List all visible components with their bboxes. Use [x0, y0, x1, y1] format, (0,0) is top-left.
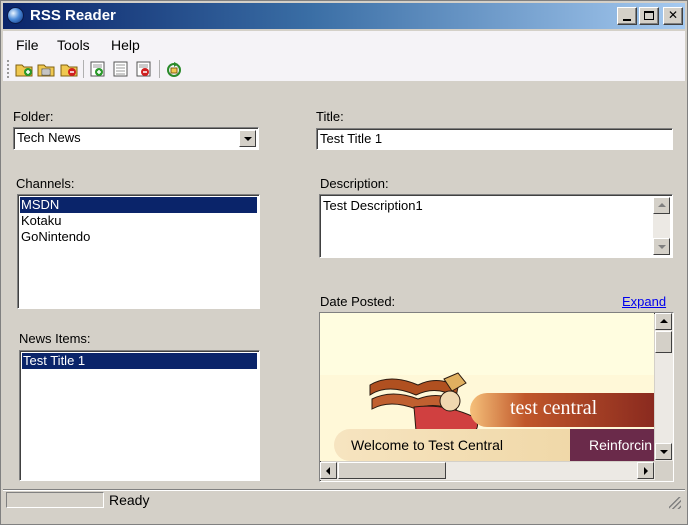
status-bar: Ready: [3, 489, 685, 523]
arrow-up-icon: [658, 203, 666, 207]
reinforcing-text: Reinforcin: [589, 437, 653, 453]
title-label: Title:: [316, 109, 344, 124]
folder-value: Tech News: [17, 130, 81, 145]
close-icon: ✕: [667, 8, 679, 22]
scroll-down-button[interactable]: [653, 238, 670, 255]
channels-list[interactable]: MSDN Kotaku GoNintendo: [17, 194, 260, 309]
edit-channel-button[interactable]: [112, 60, 130, 78]
news-items-label: News Items:: [19, 331, 91, 346]
delete-folder-button[interactable]: [60, 60, 78, 78]
description-value: Test Description1: [323, 198, 423, 213]
edit-folder-button[interactable]: [37, 60, 55, 78]
title-field[interactable]: Test Title 1: [316, 128, 673, 150]
title-value: Test Title 1: [320, 131, 383, 146]
edit-channel-icon: [113, 61, 128, 77]
channel-item-gonintendo[interactable]: GoNintendo: [20, 229, 257, 245]
scroll-left-button[interactable]: [320, 462, 337, 479]
toolbar: [3, 57, 685, 81]
scroll-up-button[interactable]: [653, 197, 670, 214]
toolbar-separator: [159, 60, 160, 78]
window-title: RSS Reader: [30, 7, 116, 24]
add-channel-button[interactable]: [89, 60, 107, 78]
menu-bar: File Tools Help: [3, 31, 685, 57]
news-item[interactable]: Test Title 1: [22, 353, 257, 369]
add-channel-icon: [90, 61, 105, 77]
date-posted-label: Date Posted:: [320, 294, 396, 309]
delete-channel-icon: [136, 61, 151, 77]
welcome-text: Welcome to Test Central: [351, 437, 503, 453]
web-vertical-scrollbar[interactable]: [655, 313, 673, 461]
arrow-down-icon: [658, 245, 666, 249]
refresh-button[interactable]: [165, 60, 183, 78]
maximize-button[interactable]: [639, 7, 659, 25]
title-bar[interactable]: RSS Reader ✕: [3, 3, 685, 29]
scroll-up-button[interactable]: [655, 313, 672, 330]
resize-grip-icon[interactable]: [669, 497, 681, 509]
description-textbox[interactable]: Test Description1: [319, 194, 673, 258]
folder-dropdown-button[interactable]: [239, 130, 256, 147]
folder-label: Folder:: [13, 109, 54, 124]
channels-label: Channels:: [16, 176, 75, 191]
arrow-right-icon: [644, 467, 648, 475]
scroll-right-button[interactable]: [637, 462, 654, 479]
scroll-thumb[interactable]: [655, 331, 672, 353]
close-button[interactable]: ✕: [663, 7, 683, 25]
arrow-down-icon: [660, 450, 668, 454]
channel-item-msdn[interactable]: MSDN: [20, 197, 257, 213]
edit-folder-icon: [37, 64, 55, 77]
web-horizontal-scrollbar[interactable]: [320, 462, 655, 480]
delete-channel-button[interactable]: [135, 60, 153, 78]
toolbar-grip[interactable]: [7, 60, 10, 78]
arrow-left-icon: [326, 467, 330, 475]
status-divider: [3, 489, 685, 490]
description-scrollbar[interactable]: [653, 197, 670, 255]
description-label: Description:: [320, 176, 389, 191]
scroll-thumb[interactable]: [338, 462, 446, 479]
site-logo-text: test central: [510, 397, 598, 419]
delete-folder-icon: [60, 64, 78, 77]
add-folder-button[interactable]: [15, 60, 33, 78]
globe-icon: [7, 7, 24, 24]
page-header-band: [320, 313, 654, 375]
expand-link[interactable]: Expand: [622, 294, 666, 309]
menu-tools[interactable]: Tools: [57, 37, 90, 53]
main-window: RSS Reader ✕ File Tools Help Folder: Tec…: [0, 0, 688, 525]
news-items-list[interactable]: Test Title 1: [19, 350, 260, 481]
status-text: Ready: [109, 492, 150, 508]
channel-item-kotaku[interactable]: Kotaku: [20, 213, 257, 229]
scroll-down-button[interactable]: [655, 443, 672, 460]
toolbar-separator: [83, 60, 84, 78]
menu-file[interactable]: File: [16, 37, 39, 53]
arrow-up-icon: [660, 319, 668, 323]
minimize-icon: [623, 19, 631, 21]
status-progress-bar: [6, 492, 104, 508]
folder-combobox[interactable]: Tech News: [13, 127, 259, 150]
minimize-button[interactable]: [617, 7, 637, 25]
maximize-icon: [644, 11, 654, 20]
add-folder-icon: [15, 64, 33, 77]
chevron-down-icon: [244, 137, 252, 141]
web-page-content[interactable]: test central Welcome to Test Central Rei…: [320, 313, 654, 461]
refresh-icon: [167, 62, 181, 77]
menu-help[interactable]: Help: [111, 37, 140, 53]
